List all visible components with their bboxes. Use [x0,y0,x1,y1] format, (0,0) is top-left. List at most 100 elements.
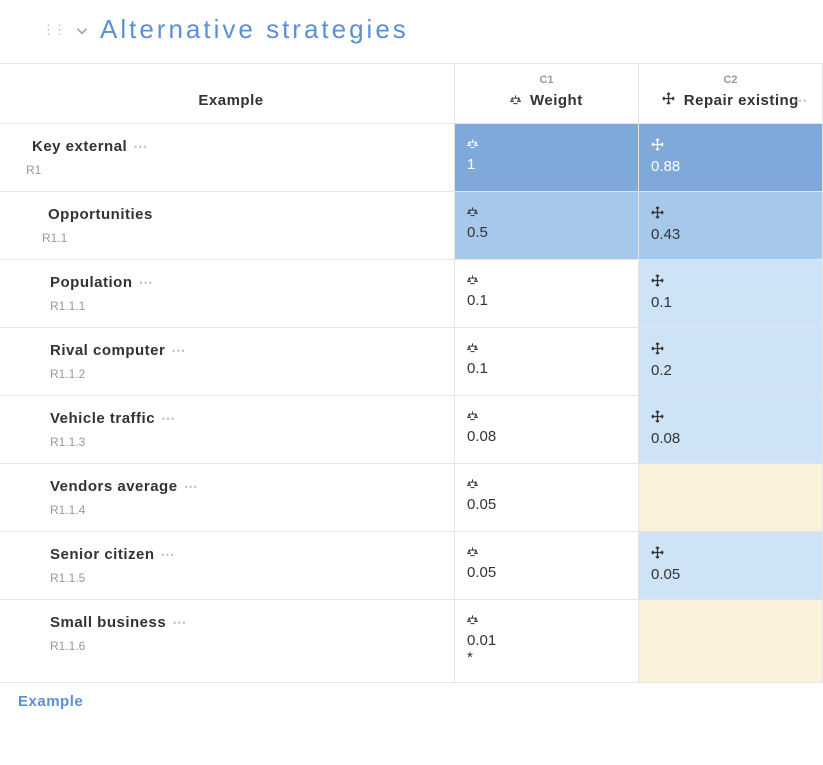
row-name: Rival computer ⋯ [50,342,436,359]
row-menu-icon[interactable]: ⋯ [133,138,146,155]
row-id: R1.1.2 [50,367,436,381]
move-icon [651,274,810,290]
row-name: Small business ⋯ [50,614,436,631]
row-label-cell[interactable]: Key external ⋯ R1 [0,124,455,192]
row-name: Senior citizen ⋯ [50,546,436,563]
scale-icon [467,478,626,492]
cell-value: 0.1 [651,294,672,311]
cell-value: 0.08 [651,430,680,447]
row-menu-icon[interactable]: ⋯ [172,614,185,631]
data-cell[interactable]: 0.05 [639,532,823,600]
column-id: C2 [651,64,810,92]
cell-value: 0.05 [467,496,496,513]
scale-icon [467,614,626,628]
row-label-cell[interactable]: Vendors average ⋯ R1.1.4 [0,464,455,532]
data-cell[interactable]: 0.2 [639,328,823,396]
table-row: Vendors average ⋯ R1.1.4 0.05 [0,464,823,532]
table-row: Small business ⋯ R1.1.6 0.01* [0,600,823,683]
data-cell[interactable]: 0.08 [639,396,823,464]
data-cell[interactable] [639,464,823,532]
move-icon [662,96,675,108]
move-icon [651,546,810,562]
data-cell[interactable]: 0.1 [455,260,639,328]
cell-note: * [467,649,626,666]
row-id: R1.1.4 [50,503,436,517]
row-id: R1.1.1 [50,299,436,313]
column-menu-icon[interactable]: ⋯ [793,92,806,109]
row-menu-icon[interactable]: ⋯ [161,546,174,563]
cell-value: 0.43 [651,226,680,243]
row-label-cell[interactable]: Opportunities R1.1 [0,192,455,260]
data-cell[interactable]: 0.88 [639,124,823,192]
row-id: R1.1 [42,231,436,245]
scale-icon [467,138,626,152]
data-cell[interactable]: 1 [455,124,639,192]
scale-icon [467,410,626,424]
row-header-label: Example [198,92,263,109]
data-cell[interactable]: 0.1 [639,260,823,328]
scale-icon [467,206,626,220]
table-row: Opportunities R1.1 0.5 0.43 [0,192,823,260]
cell-value: 0.1 [467,360,488,377]
data-cell[interactable]: 0.01* [455,600,639,683]
table-row: Senior citizen ⋯ R1.1.5 0.05 0.05 [0,532,823,600]
scale-icon [510,96,521,108]
row-name: Key external ⋯ [26,138,436,155]
row-name: Population ⋯ [50,274,436,291]
row-id: R1 [26,163,436,177]
row-menu-icon[interactable]: ⋯ [139,274,152,291]
cell-value: 0.05 [651,566,680,583]
move-icon [651,342,810,358]
move-icon [651,410,810,426]
row-header-column: Example [0,64,455,124]
row-label-cell[interactable]: Population ⋯ R1.1.1 [0,260,455,328]
scale-icon [467,342,626,356]
column-name: Repair existing [662,92,799,109]
data-cell[interactable]: 0.05 [455,464,639,532]
cell-value: 0.88 [651,158,680,175]
table-row: Vehicle traffic ⋯ R1.1.3 0.08 0.08 [0,396,823,464]
data-cell[interactable]: 0.43 [639,192,823,260]
scale-icon [467,274,626,288]
row-label-cell[interactable]: Vehicle traffic ⋯ R1.1.3 [0,396,455,464]
cell-value: 0.2 [651,362,672,379]
row-label-cell[interactable]: Senior citizen ⋯ R1.1.5 [0,532,455,600]
table-row: Population ⋯ R1.1.1 0.1 0.1 [0,260,823,328]
collapse-icon[interactable] [76,22,88,38]
move-icon [651,206,810,222]
row-menu-icon[interactable]: ⋯ [161,410,174,427]
scale-icon [467,546,626,560]
cell-value: 1 [467,156,475,173]
row-menu-icon[interactable]: ⋯ [171,342,184,359]
table-row: Key external ⋯ R1 1 0.88 [0,124,823,192]
move-icon [651,138,810,154]
column-header-C2[interactable]: C2 Repair existing⋯ [639,64,823,124]
cell-value: 0.5 [467,224,488,241]
column-header-C1[interactable]: C1 Weight [455,64,639,124]
column-id: C1 [467,64,626,92]
cell-value: 0.1 [467,292,488,309]
cell-value: 0.01 [467,632,496,649]
row-label-cell[interactable]: Rival computer ⋯ R1.1.2 [0,328,455,396]
section-title: Alternative strategies [100,14,409,45]
row-label-cell[interactable]: Small business ⋯ R1.1.6 [0,600,455,683]
footer-label[interactable]: Example [0,682,823,720]
section-header: ⋮⋮ Alternative strategies [0,0,823,63]
cell-value: 0.05 [467,564,496,581]
strategy-table: Example C1 WeightC2 Repair existing⋯ Key… [0,63,823,682]
drag-handle-icon[interactable]: ⋮⋮ [42,22,64,38]
row-id: R1.1.6 [50,639,436,653]
data-cell[interactable]: 0.5 [455,192,639,260]
row-name: Vehicle traffic ⋯ [50,410,436,427]
row-name: Opportunities [42,206,436,223]
data-cell[interactable]: 0.08 [455,396,639,464]
row-id: R1.1.5 [50,571,436,585]
row-name: Vendors average ⋯ [50,478,436,495]
row-id: R1.1.3 [50,435,436,449]
data-cell[interactable]: 0.05 [455,532,639,600]
row-menu-icon[interactable]: ⋯ [184,478,197,495]
data-cell[interactable] [639,600,823,683]
cell-value: 0.08 [467,428,496,445]
data-cell[interactable]: 0.1 [455,328,639,396]
column-name: Weight [510,92,582,109]
